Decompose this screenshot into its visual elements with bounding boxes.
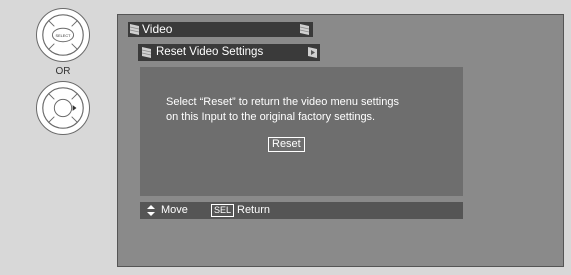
right-arrow-dpad-icon (42, 87, 84, 129)
dialog-message-line1: Select “Reset” to return the video menu … (166, 96, 399, 108)
menu-bar-reset-video-settings[interactable]: Reset Video Settings (138, 44, 320, 61)
select-button-icon: SELECT (42, 14, 84, 56)
select-button-label: SELECT (56, 34, 72, 38)
reset-button[interactable]: Reset (268, 137, 305, 152)
submenu-title: Reset Video Settings (156, 46, 264, 58)
sel-key-badge: SEL (211, 204, 235, 217)
dpad-remote-button (36, 81, 90, 135)
select-remote-button: SELECT (36, 8, 90, 62)
menu-bar-video[interactable]: Video (128, 22, 313, 37)
move-label: Move (161, 204, 188, 216)
reset-dialog: Select “Reset” to return the video menu … (140, 67, 463, 196)
flag-icon (130, 24, 139, 35)
dialog-message: Select “Reset” to return the video menu … (166, 95, 456, 125)
help-bar: Move SEL Return (140, 202, 463, 219)
tv-screen: Video Reset Video Settings Select “Reset… (117, 14, 564, 267)
flag-icon (300, 24, 309, 35)
flag-icon (142, 47, 151, 58)
flag-icon (308, 47, 317, 58)
dialog-message-line2: on this Input to the original factory se… (166, 111, 376, 123)
return-label: Return (237, 204, 271, 216)
or-label: OR (55, 66, 71, 77)
up-down-arrow-icon (147, 205, 155, 216)
menu-title: Video (142, 22, 173, 36)
